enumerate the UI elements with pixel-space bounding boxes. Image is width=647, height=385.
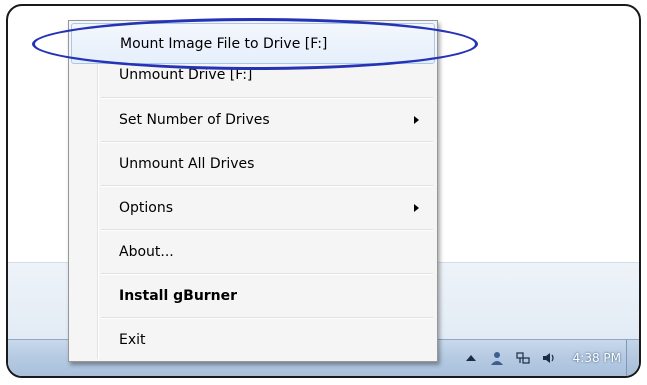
show-hidden-icons-arrow-icon[interactable] (463, 350, 479, 366)
show-desktop-button[interactable] (626, 340, 639, 376)
menu-item-label: Set Number of Drives (119, 111, 270, 128)
user-icon[interactable] (489, 350, 505, 366)
menu-item-about[interactable]: About... (71, 231, 435, 272)
tray-context-menu: Mount Image File to Drive [F:] Unmount D… (68, 20, 438, 362)
menu-item-label: Mount Image File to Drive [F:] (120, 35, 328, 52)
menu-item-label: Exit (119, 331, 146, 348)
clock[interactable]: 4:38 PM (573, 351, 621, 365)
menu-item-install-gburner[interactable]: Install gBurner (71, 275, 435, 316)
menu-item-label: Unmount Drive [F:] (119, 67, 253, 83)
system-tray: 4:38 PM (463, 340, 627, 376)
speaker-icon[interactable] (541, 350, 557, 366)
menu-item-label: Unmount All Drives (119, 155, 255, 172)
menu-item-label: About... (119, 243, 174, 260)
menu-item-set-number-of-drives[interactable]: Set Number of Drives (71, 99, 435, 140)
submenu-arrow-icon (414, 115, 419, 124)
menu-item-options[interactable]: Options (71, 187, 435, 228)
submenu-arrow-icon (414, 203, 419, 212)
menu-item-unmount-drive[interactable]: Unmount Drive [F:] (71, 57, 435, 93)
menu-item-unmount-all-drives[interactable]: Unmount All Drives (71, 143, 435, 184)
menu-item-label: Install gBurner (119, 287, 238, 304)
menu-item-label: Options (119, 199, 174, 216)
screenshot-frame: 4:38 PM Mount Image File to Drive [F:] U… (6, 4, 641, 378)
network-icon[interactable] (515, 350, 531, 366)
menu-item-exit[interactable]: Exit (71, 319, 435, 360)
